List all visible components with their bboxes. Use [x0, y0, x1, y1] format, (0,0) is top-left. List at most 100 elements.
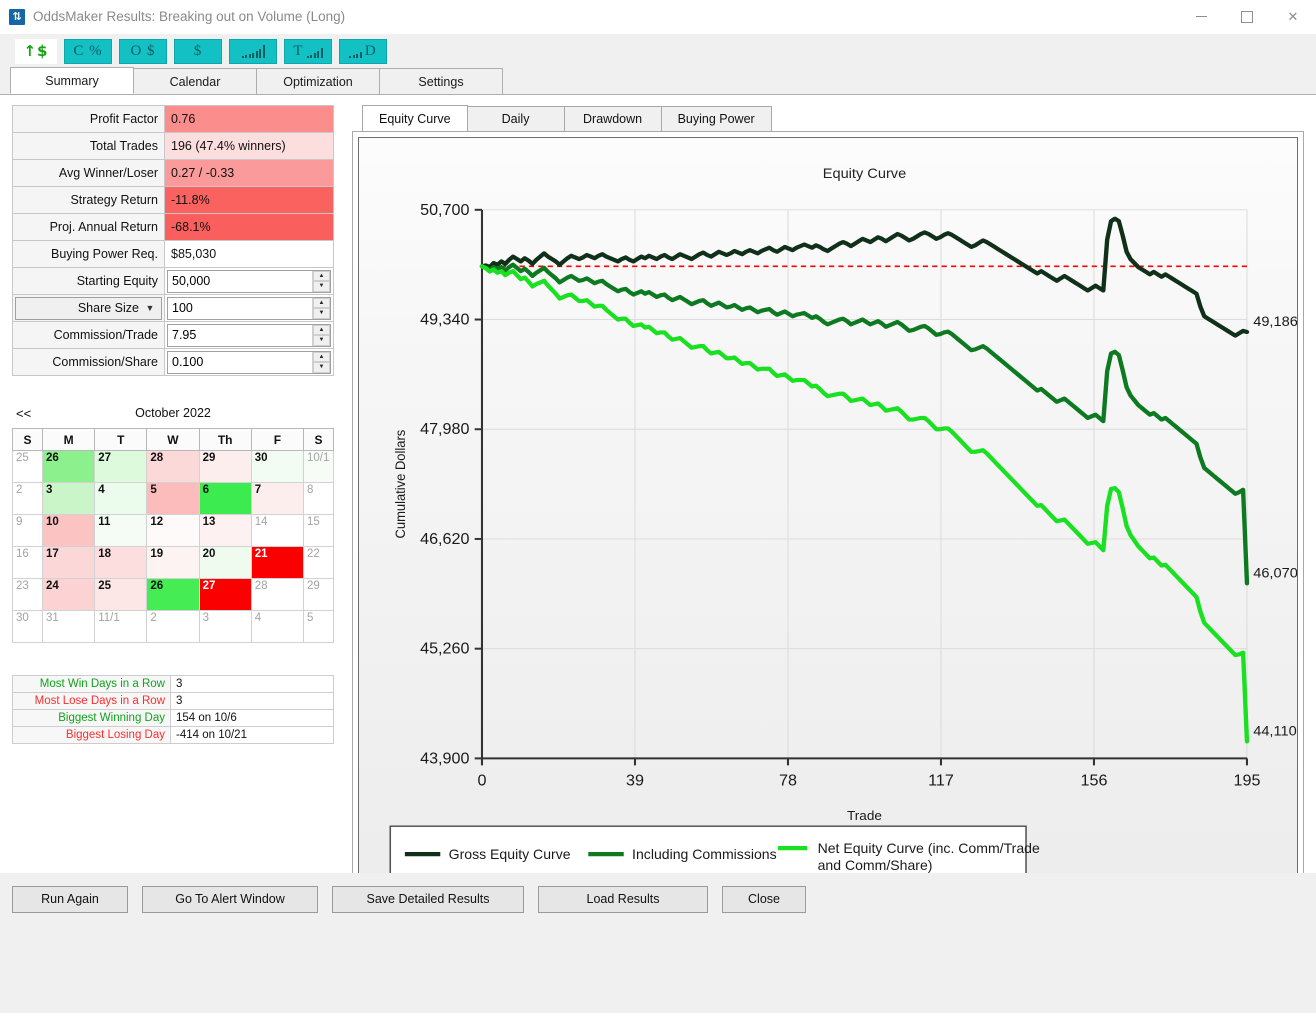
minimize-button[interactable]	[1178, 0, 1224, 33]
calendar-day-cell[interactable]: 12	[146, 514, 200, 547]
calendar-day-cell[interactable]: 22	[303, 546, 334, 579]
save-detailed-results-button[interactable]: Save Detailed Results	[332, 885, 524, 913]
chart-tab-buying-power[interactable]: Buying Power	[660, 106, 772, 131]
calendar-day-cell[interactable]: 28	[146, 450, 200, 483]
calendar-day-cell[interactable]: 11	[94, 514, 148, 547]
y-tick-label: 49,340	[420, 312, 470, 329]
stats-label: Buying Power Req.	[12, 240, 165, 268]
share-size-select[interactable]: Share Size ▼	[15, 296, 162, 320]
calendar-day-cell[interactable]: 2	[146, 610, 200, 643]
close-window-button[interactable]: ✕	[1270, 0, 1316, 33]
stats-label: Proj. Annual Return	[12, 213, 165, 241]
calendar-day-cell[interactable]: 15	[303, 514, 334, 547]
calendar-day-cell[interactable]: 8	[303, 482, 334, 515]
calendar-day-cell[interactable]: 16	[12, 546, 43, 579]
calendar-day-cell[interactable]: 20	[198, 546, 252, 579]
calendar-day-cell[interactable]: 23	[12, 578, 43, 611]
calendar-day-cell[interactable]: 4	[250, 610, 305, 643]
x-tick-label: 195	[1234, 773, 1261, 790]
odds-dollars-icon[interactable]: O $	[119, 38, 167, 64]
calendar-day-cell[interactable]: 2	[12, 482, 43, 515]
calendar-day-cell[interactable]: 17	[41, 546, 96, 579]
commission-share-input-stepper[interactable]: ▲ ▼	[312, 351, 330, 373]
calendar-day-cell[interactable]: 28	[250, 578, 305, 611]
stats-value: -68.1%	[164, 213, 334, 241]
calendar-day-cell[interactable]: 25	[94, 578, 148, 611]
stats-value: 0.76	[164, 105, 334, 133]
percent-return-icon[interactable]: C %	[64, 38, 112, 64]
calendar-day-cell[interactable]: 5	[146, 482, 200, 515]
tab-optimization-label: Optimization	[283, 74, 353, 89]
calendar-day-cell[interactable]: 25	[12, 450, 43, 483]
share-size-input-stepper[interactable]: ▲ ▼	[312, 297, 330, 319]
window-title: OddsMaker Results: Breaking out on Volum…	[33, 9, 346, 24]
starting-equity-input-stepper[interactable]: ▲ ▼	[312, 270, 330, 292]
calendar-day-cell[interactable]: 10	[41, 514, 96, 547]
calendar-week-row: 25 26 27 28 29 30 10/1	[12, 450, 334, 483]
tab-calendar[interactable]: Calendar	[133, 68, 257, 94]
load-results-button[interactable]: Load Results	[538, 885, 708, 913]
chart-tab-drawdown[interactable]: Drawdown	[563, 106, 662, 131]
main-tabstrip: Summary Calendar Optimization Settings	[0, 67, 1316, 95]
calendar-day-cell[interactable]: 30	[12, 610, 43, 643]
stats-table: Profit Factor 0.76 Total Trades 196 (47.4% …	[12, 105, 334, 376]
calendar-day-header: W	[146, 428, 200, 451]
calendar-day-cell[interactable]: 6	[198, 482, 252, 515]
tab-summary[interactable]: Summary	[10, 67, 134, 94]
streak-label: Most Lose Days in a Row	[12, 692, 171, 710]
calendar-day-cell[interactable]: 3	[41, 482, 96, 515]
calendar-day-cell[interactable]: 29	[303, 578, 334, 611]
calendar-day-cell[interactable]: 27	[94, 450, 148, 483]
calendar-day-cell[interactable]: 29	[198, 450, 252, 483]
y-tick-label: 45,260	[420, 641, 470, 658]
calendar-day-cell[interactable]: 5	[303, 610, 334, 643]
calendar-day-cell[interactable]: 18	[94, 546, 148, 579]
starting-equity-input[interactable]	[168, 269, 312, 293]
tab-calendar-label: Calendar	[169, 74, 221, 89]
series-end-label: 49,186	[1253, 314, 1297, 330]
chart-tabstrip: Equity Curve Daily Drawdown Buying Power	[352, 105, 1304, 131]
x-tick-label: 156	[1081, 773, 1108, 790]
close-results-button[interactable]: Close	[722, 885, 806, 913]
dollars-icon[interactable]: $	[174, 38, 222, 64]
calendar-day-cell[interactable]: 7	[250, 482, 305, 515]
go-to-alert-window-button[interactable]: Go To Alert Window	[142, 885, 318, 913]
calendar-day-cell[interactable]: 10/1	[303, 450, 334, 483]
calendar-day-cell[interactable]: 27	[198, 578, 252, 611]
chart-tab-daily[interactable]: Daily	[466, 106, 565, 131]
calendar-day-cell[interactable]: 19	[146, 546, 200, 579]
calendar-day-cell[interactable]: 14	[250, 514, 305, 547]
calendar-day-cell[interactable]: 9	[12, 514, 43, 547]
calendar-day-cell[interactable]: 24	[41, 578, 96, 611]
stats-value: $85,030	[164, 240, 334, 268]
bars-chart-icon[interactable]	[229, 38, 277, 64]
calendar-day-cell[interactable]: 4	[94, 482, 148, 515]
calendar-day-cell[interactable]: 3	[198, 610, 252, 643]
stats-label: Profit Factor	[12, 105, 165, 133]
calendar-day-cell[interactable]: 11/1	[94, 610, 148, 643]
calendar-day-header: Th	[198, 428, 252, 451]
drawdown-icon[interactable]: D	[339, 38, 387, 64]
share-size-input[interactable]	[168, 296, 312, 320]
run-again-button[interactable]: Run Again	[12, 885, 128, 913]
calendar-day-cell[interactable]: 21	[250, 546, 305, 579]
commission-trade-input-stepper[interactable]: ▲ ▼	[312, 324, 330, 346]
calendar-day-cell[interactable]: 26	[146, 578, 200, 611]
maximize-button[interactable]	[1224, 0, 1270, 33]
calendar-prev-button[interactable]: <<	[16, 406, 56, 421]
streak-row: Most Win Days in a Row 3	[12, 675, 334, 693]
tab-optimization[interactable]: Optimization	[256, 68, 380, 94]
calendar-day-header: S	[12, 428, 43, 451]
stats-value: 196 (47.4% winners)	[164, 132, 334, 160]
commission-trade-input[interactable]	[168, 323, 312, 347]
calendar-day-cell[interactable]: 26	[41, 450, 96, 483]
calendar-day-cell[interactable]: 13	[198, 514, 252, 547]
profit-dollars-icon[interactable]: ↑$	[15, 38, 57, 64]
tab-settings[interactable]: Settings	[379, 68, 503, 94]
time-bars-icon[interactable]: T	[284, 38, 332, 64]
calendar-day-cell[interactable]: 31	[41, 610, 96, 643]
commission-share-input[interactable]	[168, 350, 312, 374]
stats-value: 0.27 / -0.33	[164, 159, 334, 187]
chart-tab-equity-curve[interactable]: Equity Curve	[362, 105, 468, 131]
calendar-day-cell[interactable]: 30	[250, 450, 305, 483]
